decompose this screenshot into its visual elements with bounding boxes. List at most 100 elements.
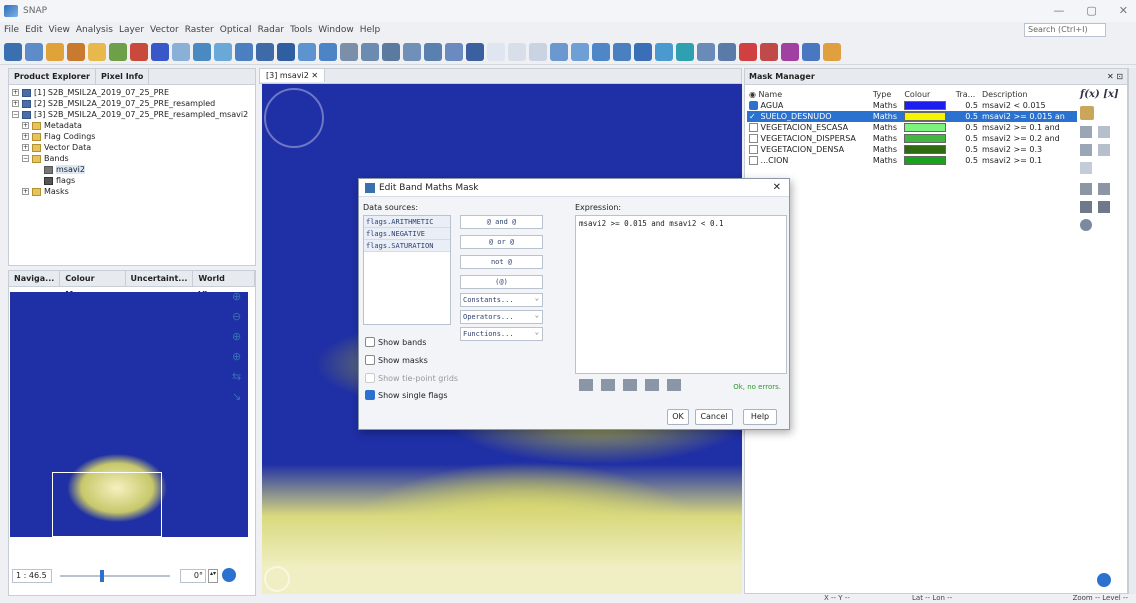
fx-button[interactable]: f(x) [1080,89,1100,100]
edit-icon[interactable] [1080,183,1092,195]
histogram-icon[interactable] [130,42,148,61]
mask-checkbox-vegetacion-dispersa[interactable] [749,134,758,143]
operators-dropdown[interactable]: Operators... [460,309,543,324]
tab-pixel-info[interactable]: Pixel Info [96,68,150,85]
tree-item-vector-data[interactable]: + Vector Data [12,142,255,153]
statistics-icon[interactable] [256,42,274,61]
complement-icon[interactable] [1098,144,1110,156]
intersection-icon[interactable] [1098,126,1110,138]
tab-navigation[interactable]: Naviga... [9,270,61,287]
import-icon[interactable] [1080,201,1092,213]
undo-icon[interactable] [46,42,64,61]
menu-vector[interactable]: Vector [150,25,179,35]
tool11-icon[interactable] [823,42,841,61]
tab-world-view[interactable]: World View [193,270,255,299]
zoom-slider-thumb[interactable] [100,570,104,582]
band-maths-icon[interactable] [88,42,106,61]
navigation-compass-icon[interactable] [264,88,324,148]
tree-item-bands[interactable]: − Bands [12,153,255,164]
constants-dropdown[interactable]: Constants... [460,292,543,307]
mask-checkbox-vegetacion[interactable] [749,156,758,165]
menu-analysis[interactable]: Analysis [76,25,113,35]
mask-color-swatch[interactable] [904,145,947,154]
pan-tool-icon[interactable] [508,42,526,61]
tree-item-flags[interactable]: flags [12,175,255,186]
shape-icon[interactable] [214,42,232,61]
spectrum-icon[interactable] [109,42,127,61]
tool9-icon[interactable] [781,42,799,61]
sync-cursor-icon[interactable]: ↘ [232,390,246,403]
clear-expression-icon[interactable] [667,379,681,391]
help-icon[interactable] [222,568,236,582]
redo-icon[interactable] [67,42,85,61]
scatter-icon[interactable] [277,42,295,61]
tool6-icon[interactable] [718,42,736,61]
tool8-icon[interactable] [760,42,778,61]
tool-icon[interactable] [361,42,379,61]
menu-tools[interactable]: Tools [290,25,312,35]
tool10-icon[interactable] [802,42,820,61]
range-finder-icon[interactable] [550,42,568,61]
menu-radar[interactable]: Radar [258,25,285,35]
menu-view[interactable]: View [49,25,70,35]
not-operator-button[interactable]: not @ [460,255,543,269]
line-tool-icon[interactable] [592,42,610,61]
navigation-overview-image[interactable] [10,292,248,537]
tool2-icon[interactable] [382,42,400,61]
menu-optical[interactable]: Optical [220,25,252,35]
zoom-in-icon[interactable]: ⊕ [232,290,246,303]
mask-manager-close-icon[interactable]: ✕ ⊡ [1107,72,1123,81]
mask-row-agua[interactable]: AGUA Maths 0.5 msavi2 < 0.015 [747,100,1077,111]
sync-views-icon[interactable]: ⇆ [232,370,246,383]
tab-colour-manipulation[interactable]: Colour Ma... [60,270,126,299]
tab-msavi2-view[interactable]: [3] msavi2 ✕ [260,69,326,82]
menu-file[interactable]: File [4,25,19,35]
sync-icon[interactable] [172,42,190,61]
tree-item-product-1[interactable]: + [1] S2B_MSIL2A_2019_07_25_PRE [12,87,255,98]
mask-row-vegetacion-escasa[interactable]: VEGETACION_ESCASA Maths 0.5 msavi2 >= 0.… [747,122,1077,133]
mask-row-vegetacion-dispersa[interactable]: VEGETACION_DISPERSA Maths 0.5 msavi2 >= … [747,133,1077,144]
column-colour[interactable]: Colour [902,89,953,100]
mask-row-suelo-desnudo[interactable]: ✓ SUELO_DESNUDO Maths 0.5 msavi2 >= 0.01… [747,111,1077,122]
zoom-to-mask-icon[interactable] [1080,219,1092,231]
mask-color-swatch[interactable] [904,101,947,110]
redo-expression-icon[interactable] [645,379,659,391]
mask-color-swatch[interactable] [904,134,947,143]
data-source-item[interactable]: flags.ARITHMETIC [364,216,450,228]
mask-color-swatch[interactable] [904,156,947,165]
undo-expression-icon[interactable] [623,379,637,391]
pin-icon[interactable] [193,42,211,61]
cancel-button[interactable]: Cancel [695,409,733,425]
menu-raster[interactable]: Raster [185,25,214,35]
data-source-item[interactable]: flags.NEGATIVE [364,228,450,240]
profile-icon[interactable] [298,42,316,61]
side-dock[interactable] [1128,68,1136,594]
tree-item-msavi2[interactable]: msavi2 [12,164,255,175]
open-product-icon[interactable] [4,42,22,61]
menu-edit[interactable]: Edit [25,25,42,35]
tree-item-product-3[interactable]: − [3] S2B_MSIL2A_2019_07_25_PRE_resampled… [12,109,255,120]
correlation-icon[interactable] [319,42,337,61]
copy-icon[interactable] [1080,162,1092,174]
minimize-icon[interactable]: — [1053,4,1064,17]
save-product-icon[interactable] [25,42,43,61]
rectangle-tool-icon[interactable] [634,42,652,61]
polyline-tool-icon[interactable] [613,42,631,61]
gcp-icon[interactable] [424,42,442,61]
help-button[interactable]: Help [743,409,777,425]
grid-icon[interactable] [466,42,484,61]
menu-layer[interactable]: Layer [119,25,144,35]
zoom-pixel-icon[interactable]: ⊕ [232,330,246,343]
and-operator-button[interactable]: @ and @ [460,215,543,229]
select-tool-icon[interactable] [487,42,505,61]
ellipse-tool-icon[interactable] [655,42,673,61]
tab-uncertainty[interactable]: Uncertaint... [126,270,194,287]
gcp-tool-icon[interactable] [571,42,589,61]
vector-mask-icon[interactable] [1080,106,1094,120]
mask-checkbox-suelo-desnudo[interactable]: ✓ [749,112,758,121]
search-input[interactable]: Search (Ctrl+I) [1024,23,1106,37]
column-description[interactable]: Description [980,89,1077,100]
show-tie-point-grids-checkbox[interactable]: Show tie-point grids [365,373,458,383]
magic-wand-icon[interactable] [676,42,694,61]
maximize-icon[interactable]: ▢ [1086,4,1096,17]
